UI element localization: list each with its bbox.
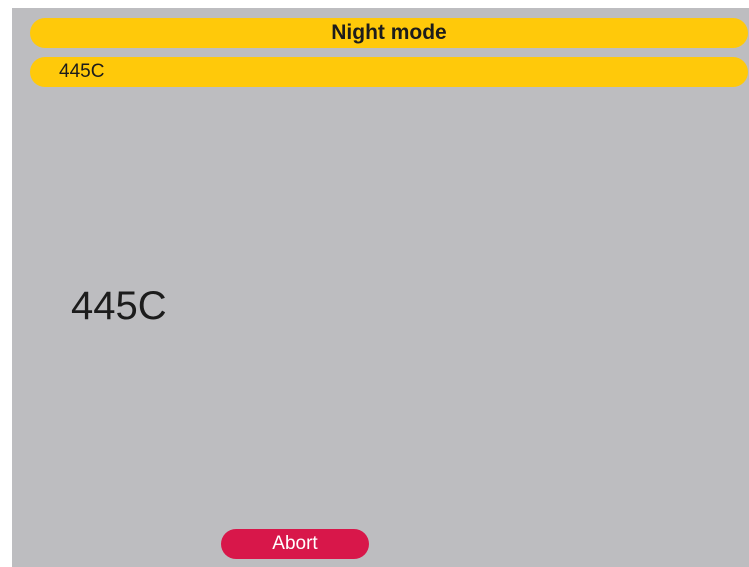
device-screen: Night mode 445C 445C Abort — [12, 8, 749, 567]
main-value-display: 445C — [71, 284, 167, 328]
title-bar: Night mode — [30, 18, 748, 48]
value-bar: 445C — [30, 57, 748, 87]
value-bar-label: 445C — [59, 61, 105, 82]
abort-button[interactable]: Abort — [221, 529, 369, 559]
page-title: Night mode — [331, 21, 447, 44]
